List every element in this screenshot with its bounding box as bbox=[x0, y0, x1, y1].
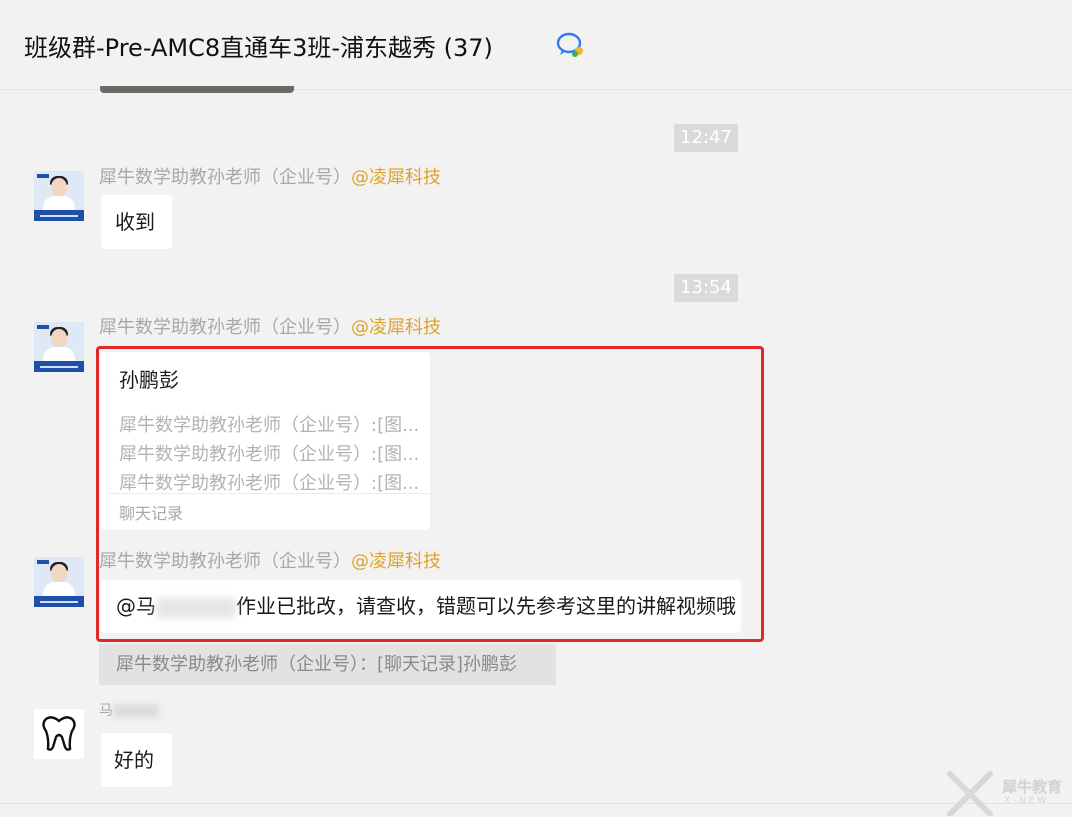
avatar-face bbox=[51, 178, 67, 196]
avatar[interactable] bbox=[34, 709, 84, 759]
timestamp: 12:47 bbox=[674, 124, 738, 152]
avatar-face bbox=[51, 329, 67, 347]
chat-header: 班级群-Pre-AMC8直通车3班-浦东越秀 (37) bbox=[0, 0, 1072, 90]
sender-name: 犀牛数学助教孙老师（企业号）@凌犀科技 bbox=[99, 163, 441, 189]
message-bubble[interactable]: 好的 bbox=[101, 733, 172, 787]
avatar-face bbox=[51, 564, 67, 582]
chat-title[interactable]: 班级群-Pre-AMC8直通车3班-浦东越秀 (37) bbox=[24, 28, 493, 63]
highlight-annotation-box bbox=[96, 346, 764, 642]
divider bbox=[0, 803, 1072, 804]
watermark-sub: X-NEW bbox=[1004, 796, 1050, 806]
sender-name-text: 犀牛数学助教孙老师（企业号） bbox=[99, 167, 351, 188]
avatar[interactable] bbox=[34, 171, 84, 221]
timestamp: 13:54 bbox=[674, 274, 738, 302]
avatar-banner-text bbox=[40, 601, 78, 603]
avatar[interactable] bbox=[34, 322, 84, 372]
sender-name: 马 bbox=[99, 700, 159, 720]
sender-name-text: 犀牛数学助教孙老师（企业号） bbox=[99, 317, 351, 338]
image-message-thumbnail[interactable] bbox=[100, 86, 294, 93]
message-bubble[interactable]: 收到 bbox=[101, 195, 172, 249]
logo-icon bbox=[37, 325, 49, 329]
avatar[interactable] bbox=[34, 557, 84, 607]
quoted-message[interactable]: 犀牛数学助教孙老师（企业号）：[聊天记录]孙鹏彭 bbox=[99, 644, 556, 685]
tooth-logo-icon bbox=[42, 716, 76, 751]
logo-icon bbox=[37, 560, 49, 564]
sender-name: 犀牛数学助教孙老师（企业号）@凌犀科技 bbox=[99, 313, 441, 339]
sender-name-text: 马 bbox=[99, 703, 113, 719]
group-chat-icon[interactable] bbox=[556, 32, 586, 58]
redacted-name bbox=[113, 704, 159, 718]
watermark-brand: 犀牛教育 bbox=[1002, 778, 1063, 796]
logo-icon bbox=[37, 174, 49, 178]
sender-corp-tag: @凌犀科技 bbox=[351, 317, 441, 338]
sender-corp-tag: @凌犀科技 bbox=[351, 167, 441, 188]
avatar-banner-text bbox=[40, 366, 78, 368]
avatar-banner-text bbox=[40, 215, 78, 217]
